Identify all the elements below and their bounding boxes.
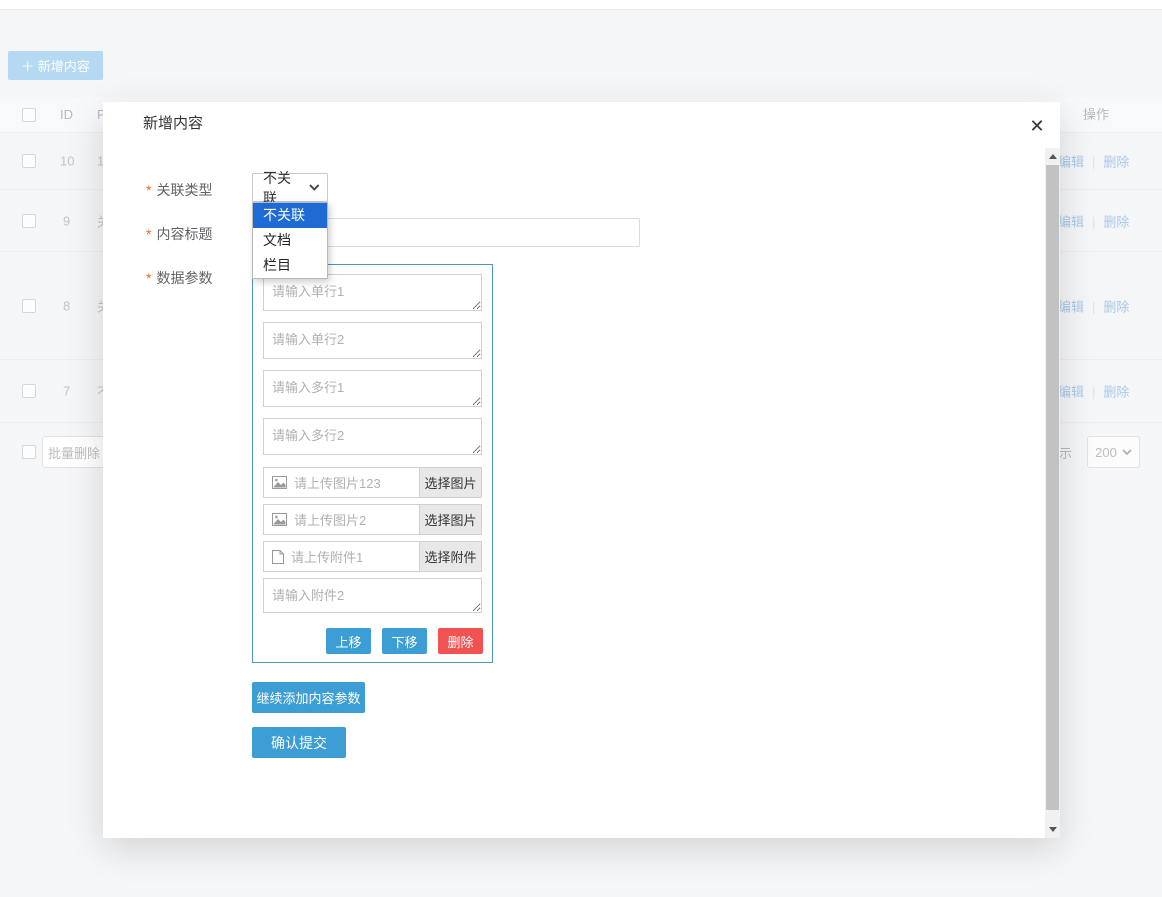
link-type-label: *关联类型 — [146, 180, 212, 200]
scroll-up-icon[interactable] — [1045, 148, 1060, 165]
row-actions: 编辑 | 删除 — [1058, 152, 1129, 171]
batch-checkbox-wrap — [22, 445, 36, 459]
edit-link[interactable]: 编辑 — [1058, 385, 1084, 400]
row-checkbox[interactable] — [22, 154, 36, 168]
file-icon — [272, 550, 284, 564]
perpage-label-fragment: 示 — [1059, 443, 1072, 462]
close-icon[interactable]: ✕ — [1023, 112, 1051, 140]
multiline2-textarea[interactable] — [263, 418, 482, 455]
scrollbar-thumb[interactable] — [1046, 165, 1059, 810]
add-content-button[interactable]: ＋ 新增内容 — [8, 51, 103, 80]
link-divider: | — [1092, 155, 1095, 170]
required-mark: * — [146, 182, 151, 198]
content-title-label: *内容标题 — [146, 224, 212, 244]
required-mark: * — [146, 226, 151, 242]
row-checkbox[interactable] — [22, 299, 36, 313]
attachment2-textarea[interactable] — [263, 578, 482, 613]
required-mark: * — [146, 270, 151, 286]
chevron-down-icon — [1122, 449, 1132, 455]
dropdown-option[interactable]: 栏目 — [253, 253, 327, 278]
scroll-down-icon[interactable] — [1045, 821, 1060, 838]
delete-link[interactable]: 删除 — [1103, 299, 1129, 314]
select-all-checkbox[interactable] — [22, 108, 36, 122]
edit-link[interactable]: 编辑 — [1058, 299, 1084, 314]
choose-image-button[interactable]: 选择图片 — [419, 468, 481, 497]
image-icon — [272, 476, 287, 489]
submit-button[interactable]: 确认提交 — [252, 727, 346, 758]
choose-file-button[interactable]: 选择附件 — [419, 542, 481, 571]
dropdown-option[interactable]: 不关联 — [253, 203, 327, 228]
link-divider: | — [1092, 385, 1095, 400]
modal-scrollbar[interactable] — [1045, 148, 1060, 838]
upload-file-row: 请上传附件1 选择附件 — [263, 541, 482, 572]
row-actions: 编辑 | 删除 — [1058, 382, 1129, 401]
row-id: 9 — [63, 213, 70, 228]
upload-placeholder: 请上传附件1 — [264, 547, 419, 566]
page-size-select[interactable]: 200 — [1087, 436, 1140, 468]
column-header-actions: 操作 — [1083, 97, 1109, 133]
row-checkbox[interactable] — [22, 214, 36, 228]
row-actions: 编辑 | 删除 — [1058, 211, 1129, 230]
row-id: 10 — [60, 154, 74, 169]
singleline1-textarea[interactable] — [263, 274, 482, 311]
row-actions: 编辑 | 删除 — [1058, 296, 1129, 315]
row-checkbox[interactable] — [22, 384, 36, 398]
top-bar — [0, 0, 1162, 10]
add-more-params-button[interactable]: 继续添加内容参数 — [252, 682, 365, 713]
link-type-select[interactable]: 不关联 — [252, 173, 328, 202]
page-size-value: 200 — [1095, 445, 1117, 460]
dropdown-option[interactable]: 文档 — [253, 228, 327, 253]
column-header-id: ID — [60, 97, 73, 133]
add-content-modal: 新增内容 ✕ *关联类型 不关联 不关联 文档 栏目 *内容标题 *数据参数 请… — [103, 102, 1060, 838]
data-params-label: *数据参数 — [146, 268, 212, 288]
upload-placeholder: 请上传图片123 — [264, 473, 419, 492]
move-up-button[interactable]: 上移 — [326, 628, 371, 654]
modal-title: 新增内容 — [143, 112, 203, 133]
singleline2-textarea[interactable] — [263, 322, 482, 359]
upload-image2-row: 请上传图片2 选择图片 — [263, 504, 482, 535]
link-divider: | — [1092, 299, 1095, 314]
delete-link[interactable]: 删除 — [1103, 155, 1129, 170]
link-divider: | — [1092, 214, 1095, 229]
batch-delete-button[interactable]: 批量删除 — [42, 436, 106, 468]
edit-link[interactable]: 编辑 — [1058, 155, 1084, 170]
chevron-down-icon — [309, 184, 320, 191]
image-icon — [272, 513, 287, 526]
edit-link[interactable]: 编辑 — [1058, 214, 1084, 229]
multiline1-textarea[interactable] — [263, 370, 482, 407]
link-type-dropdown: 不关联 文档 栏目 — [252, 202, 328, 279]
row-id: 7 — [63, 384, 70, 399]
batch-select-checkbox[interactable] — [22, 445, 36, 459]
upload-placeholder: 请上传图片2 — [264, 510, 419, 529]
delete-link[interactable]: 删除 — [1103, 214, 1129, 229]
data-params-box: 请上传图片123 选择图片 请上传图片2 选择图片 请上传附件1 选择附件 上移… — [252, 264, 493, 663]
move-down-button[interactable]: 下移 — [382, 628, 427, 654]
choose-image-button[interactable]: 选择图片 — [419, 505, 481, 534]
upload-image1-row: 请上传图片123 选择图片 — [263, 467, 482, 498]
row-id: 8 — [63, 298, 70, 313]
delete-param-button[interactable]: 删除 — [438, 628, 483, 654]
delete-link[interactable]: 删除 — [1103, 385, 1129, 400]
